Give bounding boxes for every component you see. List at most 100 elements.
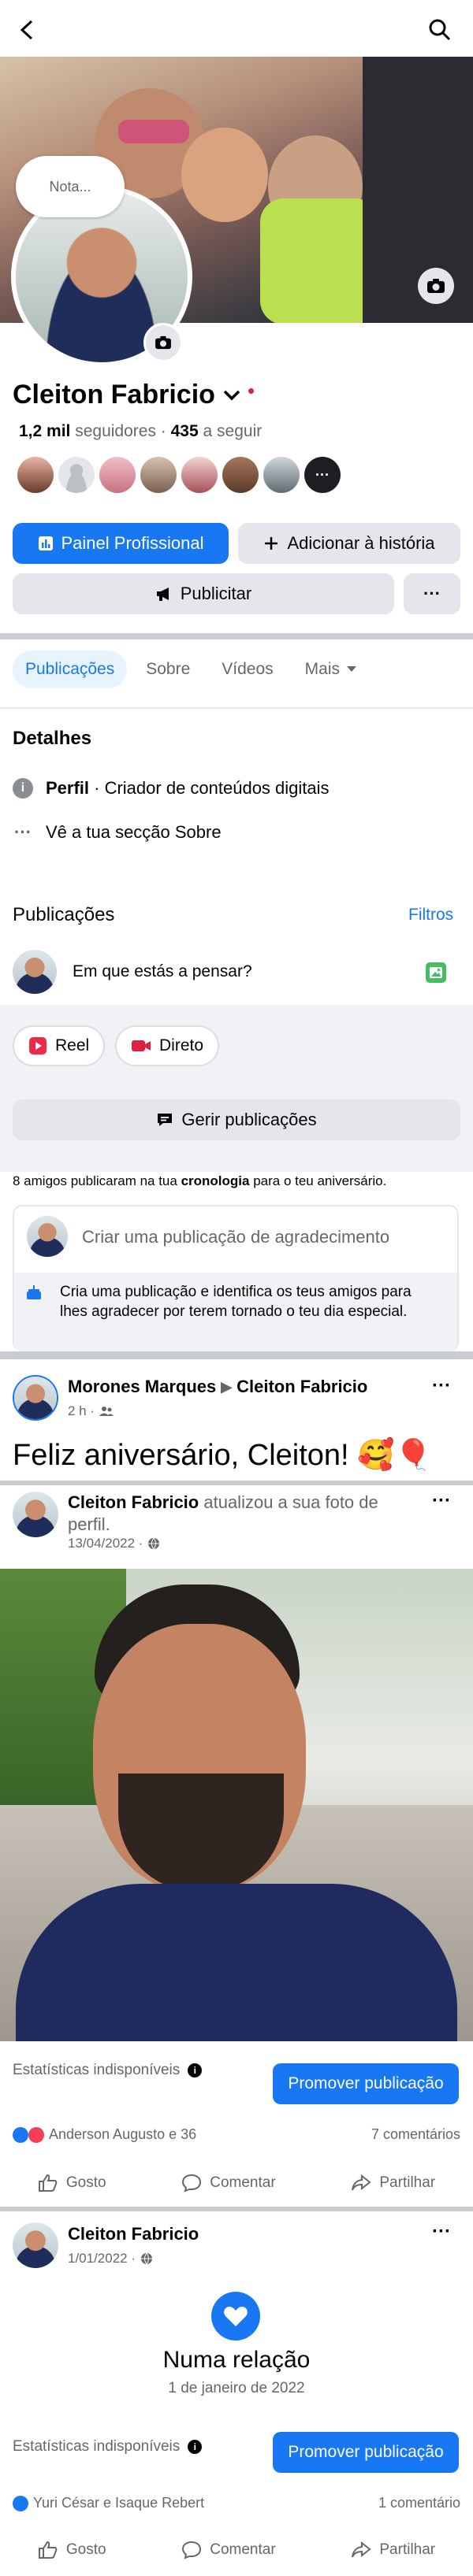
post1-time[interactable]: 2 h · [68,1403,95,1419]
post1-options-icon[interactable]: ··· [432,1375,451,1397]
composer-input[interactable]: Em que estás a pensar? [73,962,252,981]
post2-like-button[interactable]: Gosto [38,2174,106,2192]
follower-avatar[interactable] [140,457,177,493]
friends-audience-icon [99,1407,114,1416]
post1-author[interactable]: Morones Marques [68,1377,216,1397]
pro-panel-label: Painel Profissional [61,533,204,553]
live-button[interactable]: Direto [115,1025,220,1066]
like-reaction-icon [13,2495,28,2511]
post2-promote-button[interactable]: Promover publicação [273,2063,459,2104]
live-video-icon [132,1040,151,1051]
post2-date[interactable]: 13/04/2022 · [68,1536,143,1551]
post2-author[interactable]: Cleiton Fabricio [68,1492,199,1512]
post3-reactions[interactable]: Yuri César e Isaque Rebert [33,2495,204,2511]
post2-options-icon[interactable]: ··· [432,1490,451,1512]
dot-separator: · [160,422,171,440]
post2-promote-label: Promover publicação [288,2074,444,2092]
post1-text: Feliz aniversário, Cleiton! 🥰🎈 [13,1439,432,1472]
post2-reactions[interactable]: Anderson Augusto e 36 [49,2126,196,2143]
tab-sobre[interactable]: Sobre [133,650,203,688]
post2-author-avatar[interactable] [13,1492,58,1537]
arrow-right-icon: ▶ [221,1378,233,1395]
post3-author-avatar[interactable] [13,2222,58,2268]
follow-stats[interactable]: 1,2 mil seguidores · 435 a seguir [19,422,262,441]
love-reaction-icon [28,2126,44,2143]
post2-stats-unavailable: Estatísticas indisponíveis [13,2062,181,2078]
divider [0,707,473,709]
more-followers-icon[interactable]: ··· [304,457,341,493]
add-story-button[interactable]: Adicionar à história [238,523,460,564]
more-options-button[interactable]: ··· [404,573,460,614]
filters-link[interactable]: Filtros [408,906,453,925]
following-label: a seguir [203,422,263,440]
post2-comment-button[interactable]: Comentar [181,2174,276,2192]
post3-comment-label: Comentar [210,2541,276,2558]
post3-share-button[interactable]: Partilhar [351,2541,435,2559]
follower-avatar[interactable] [222,457,259,493]
camera-icon[interactable] [418,268,454,304]
birthday-notice-pre: 8 amigos publicaram na tua [13,1173,181,1188]
post3-date[interactable]: 1/01/2022 · [68,2251,136,2267]
chart-icon [38,536,53,550]
post2-share-label: Partilhar [379,2174,436,2191]
composer-avatar[interactable] [13,950,57,994]
section-divider [0,1351,473,1359]
details-heading: Detalhes [13,728,92,749]
live-label: Direto [159,1036,204,1054]
post3-promote-button[interactable]: Promover publicação [273,2432,459,2473]
post2-meta: 13/04/2022 · [68,1536,160,1551]
post3-author[interactable]: Cleiton Fabricio [68,2224,199,2244]
post3-actions: Gosto Comentar Partilhar [0,2526,473,2574]
info-icon[interactable]: i [188,2440,203,2454]
post2-photo[interactable] [0,1569,473,2041]
post3-event-title: Numa relação [162,2347,311,2373]
tab-videos[interactable]: Vídeos [209,650,285,688]
follower-avatar[interactable] [17,457,54,493]
pro-panel-button[interactable]: Painel Profissional [13,523,229,564]
post3-like-button[interactable]: Gosto [38,2541,106,2559]
about-link[interactable]: Vê a tua secção Sobre [46,822,222,843]
ellipsis-icon: ··· [14,822,32,842]
tab-bar: Publicações Sobre Vídeos Mais [13,650,370,688]
post3-comments-count[interactable]: 1 comentário [378,2495,460,2511]
back-arrow-icon[interactable] [14,17,39,43]
reel-button[interactable]: Reel [13,1025,106,1066]
globe-icon [141,2252,153,2265]
follower-avatar[interactable] [263,457,300,493]
plus-icon [265,537,278,550]
post3-like-label: Gosto [65,2541,106,2558]
post2-comments-count[interactable]: 7 comentários [371,2126,460,2143]
profile-camera-icon[interactable] [143,323,183,362]
info-icon[interactable]: i [188,2063,203,2077]
birthday-notice-post: para o teu aniversário. [249,1173,387,1188]
thanks-input[interactable]: Criar uma publicação de agradecimento [82,1227,389,1247]
followers-count: 1,2 mil [19,422,71,440]
birthday-notice: 8 amigos publicaram na tua cronologia pa… [13,1173,386,1189]
advertise-button[interactable]: Publicitar [13,573,394,614]
post2-comment-label: Comentar [210,2174,276,2191]
follower-avatar[interactable] [58,457,95,493]
post3-comment-button[interactable]: Comentar [181,2541,276,2559]
add-story-label: Adicionar à história [287,533,435,553]
heart-icon [211,2292,260,2341]
reel-icon [29,1037,47,1054]
chevron-down-icon[interactable] [223,390,240,401]
tab-publicacoes[interactable]: Publicações [13,650,128,688]
tab-mais[interactable]: Mais [292,650,370,688]
photo-icon[interactable] [426,962,446,983]
follower-avatar[interactable] [181,457,218,493]
search-icon[interactable] [426,16,454,44]
post1-target[interactable]: Cleiton Fabricio [236,1377,367,1397]
post1-author-avatar[interactable] [13,1375,58,1421]
manage-posts-button[interactable]: Gerir publicações [13,1099,460,1140]
about-link-row[interactable]: ··· Vê a tua secção Sobre [13,822,222,843]
post3-options-icon[interactable]: ··· [432,2221,451,2243]
birthday-notice-bold[interactable]: cronologia [181,1173,250,1188]
note-bubble[interactable]: Nota... [16,156,125,217]
profile-name: Cleiton Fabricio [13,380,254,410]
post2-share-button[interactable]: Partilhar [351,2174,435,2192]
profile-category-row: i Perfil · Criador de conteúdos digitais [13,778,330,799]
follower-avatar[interactable] [99,457,136,493]
follower-avatars[interactable]: ··· [17,457,341,493]
post3-stats-unavailable: Estatísticas indisponíveis [13,2438,181,2455]
